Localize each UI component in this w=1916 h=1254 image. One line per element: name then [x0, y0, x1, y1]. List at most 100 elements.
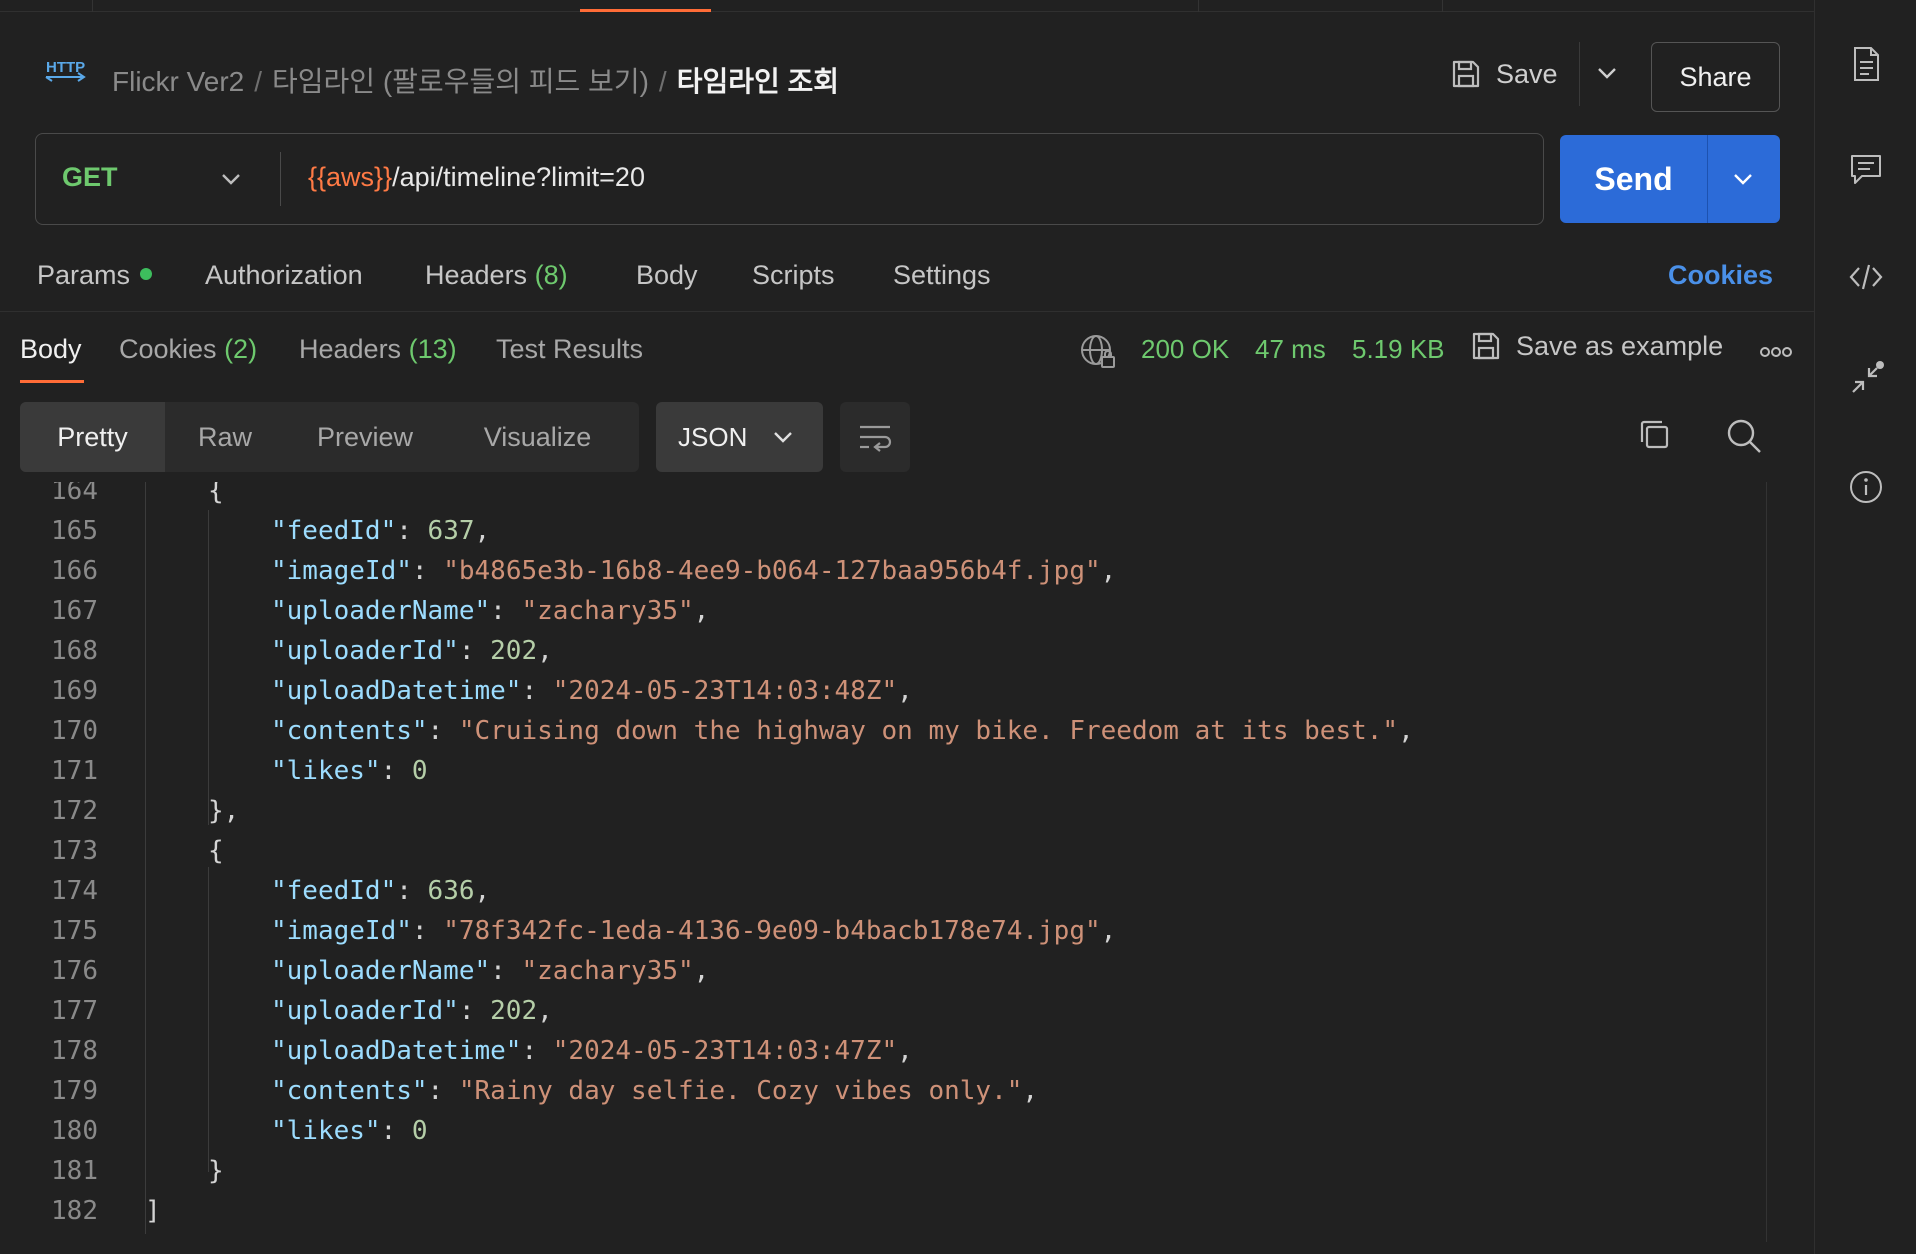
tab-authorization[interactable]: Authorization	[205, 260, 363, 291]
collapse-icon[interactable]	[1847, 360, 1885, 398]
url-variable: {{aws}}	[308, 162, 393, 192]
code-line: 176 "uploaderName": "zachary35",	[0, 956, 1797, 996]
more-options-icon[interactable]	[1758, 340, 1794, 364]
code-line: 180 "likes": 0	[0, 1116, 1797, 1156]
tab-scripts[interactable]: Scripts	[752, 260, 835, 291]
code-line: 177 "uploaderId": 202,	[0, 996, 1797, 1036]
save-label: Save	[1496, 58, 1558, 89]
save-as-example-button[interactable]: Save as example	[1470, 330, 1723, 362]
http-icon: HTTP	[45, 59, 86, 82]
request-tabs: Params Authorization Headers (8) Body Sc…	[0, 252, 1814, 312]
code-text: {	[208, 836, 224, 866]
code-text: }	[208, 1156, 224, 1186]
code-icon[interactable]	[1847, 258, 1885, 296]
tab-params-label: Params	[37, 260, 131, 290]
code-text: "uploaderName": "zachary35",	[271, 596, 710, 626]
code-text: },	[208, 796, 240, 826]
breadcrumb-collection[interactable]: Flickr Ver2	[112, 66, 244, 97]
status-code[interactable]: 200 OK	[1141, 334, 1229, 365]
active-tab-indicator	[20, 380, 84, 383]
line-number: 180	[51, 1116, 98, 1146]
tab-strip	[0, 0, 1814, 12]
code-text: "uploadDatetime": "2024-05-23T14:03:47Z"…	[271, 1036, 913, 1066]
chevron-down-icon[interactable]	[218, 166, 244, 192]
right-sidebar	[1814, 0, 1916, 1254]
chevron-down-icon[interactable]	[1730, 166, 1756, 192]
request-header: HTTP Flickr Ver2 / 타임라인 (팔로우들의 피드 보기) / 타임라인…	[0, 12, 1814, 120]
view-visualize-button[interactable]: Visualize	[445, 402, 630, 472]
save-divider	[1579, 42, 1580, 106]
code-line: 168 "uploaderId": 202,	[0, 636, 1797, 676]
line-number: 176	[51, 956, 98, 986]
search-icon[interactable]	[1724, 416, 1764, 456]
tab-response-body[interactable]: Body	[20, 334, 82, 365]
tab-settings[interactable]: Settings	[893, 260, 991, 291]
method-select[interactable]: GET	[62, 162, 118, 193]
share-button[interactable]: Share	[1651, 42, 1780, 112]
tab-params[interactable]: Params	[37, 260, 153, 291]
line-number: 172	[51, 796, 98, 826]
line-number: 164	[51, 482, 98, 506]
line-number: 171	[51, 756, 98, 786]
url-input[interactable]: {{aws}}/api/timeline?limit=20	[308, 162, 645, 193]
view-mode-group: Pretty Raw Preview Visualize	[20, 402, 639, 472]
copy-icon[interactable]	[1636, 416, 1676, 456]
line-number: 167	[51, 596, 98, 626]
line-number: 166	[51, 556, 98, 586]
view-pretty-button[interactable]: Pretty	[20, 402, 165, 472]
save-as-example-label: Save as example	[1516, 330, 1724, 361]
save-icon	[1472, 332, 1500, 360]
code-line: 182]	[0, 1196, 1797, 1236]
code-text: "uploadDatetime": "2024-05-23T14:03:48Z"…	[271, 676, 913, 706]
code-text: ]	[145, 1196, 161, 1226]
line-number: 178	[51, 1036, 98, 1066]
code-text: "imageId": "b4865e3b-16b8-4ee9-b064-127b…	[271, 556, 1117, 586]
save-icon	[1452, 60, 1480, 88]
response-time[interactable]: 47 ms	[1255, 334, 1326, 365]
page-title[interactable]: 타임라인 조회	[677, 66, 839, 97]
tab-body[interactable]: Body	[636, 260, 698, 291]
globe-lock-icon[interactable]	[1078, 332, 1118, 372]
line-number: 173	[51, 836, 98, 866]
chevron-down-icon	[774, 432, 792, 443]
cookies-link[interactable]: Cookies	[1668, 260, 1773, 291]
line-number: 175	[51, 916, 98, 946]
url-path: /api/timeline?limit=20	[392, 162, 645, 192]
line-number: 170	[51, 716, 98, 746]
code-line: 172},	[0, 796, 1797, 836]
code-line: 170 "contents": "Cruising down the highwa…	[0, 716, 1797, 756]
send-divider	[1707, 135, 1708, 223]
format-select[interactable]: JSON	[656, 402, 823, 472]
tab-test-results[interactable]: Test Results	[496, 334, 643, 365]
tab-response-cookies[interactable]: Cookies (2)	[119, 334, 257, 365]
breadcrumb-separator: /	[658, 66, 667, 97]
code-text: "imageId": "78f342fc-1eda-4136-9e09-b4ba…	[271, 916, 1117, 946]
code-line: 181}	[0, 1156, 1797, 1196]
code-text: "uploaderId": 202,	[271, 996, 553, 1026]
breadcrumb: Flickr Ver2 / 타임라인 (팔로우들의 피드 보기) / 타임라인 조회	[112, 60, 839, 100]
wrap-lines-button[interactable]	[840, 402, 910, 472]
view-preview-button[interactable]: Preview	[285, 402, 445, 472]
code-line: 167 "uploaderName": "zachary35",	[0, 596, 1797, 636]
code-text: "uploaderId": 202,	[271, 636, 553, 666]
tab-response-headers[interactable]: Headers (13)	[299, 334, 457, 365]
code-line: 171 "likes": 0	[0, 756, 1797, 796]
code-text: "feedId": 636,	[271, 876, 491, 906]
response-size[interactable]: 5.19 KB	[1352, 334, 1445, 365]
tab-response-headers-label: Headers	[299, 334, 402, 364]
document-icon[interactable]	[1847, 45, 1885, 83]
comment-icon[interactable]	[1847, 150, 1885, 188]
tab-headers[interactable]: Headers (8)	[425, 260, 568, 291]
save-button[interactable]: Save	[1450, 46, 1558, 102]
response-body-viewer[interactable]: 164 {165 "feedId": 637, 166 "imageId": "b486…	[0, 482, 1797, 1254]
send-button[interactable]: Send	[1560, 135, 1707, 223]
view-raw-button[interactable]: Raw	[165, 402, 285, 472]
code-line: 178 "uploadDatetime": "2024-05-23T14:03:4…	[0, 1036, 1797, 1076]
tab-response-cookies-count: (2)	[224, 334, 258, 364]
response-tabs: Body Cookies (2) Headers (13) Test Resul…	[0, 324, 1814, 388]
info-icon[interactable]	[1847, 468, 1885, 506]
breadcrumb-folder[interactable]: 타임라인 (팔로우들의 피드 보기)	[272, 66, 649, 97]
chevron-down-icon[interactable]	[1594, 60, 1620, 86]
line-number: 177	[51, 996, 98, 1026]
line-number: 168	[51, 636, 98, 666]
